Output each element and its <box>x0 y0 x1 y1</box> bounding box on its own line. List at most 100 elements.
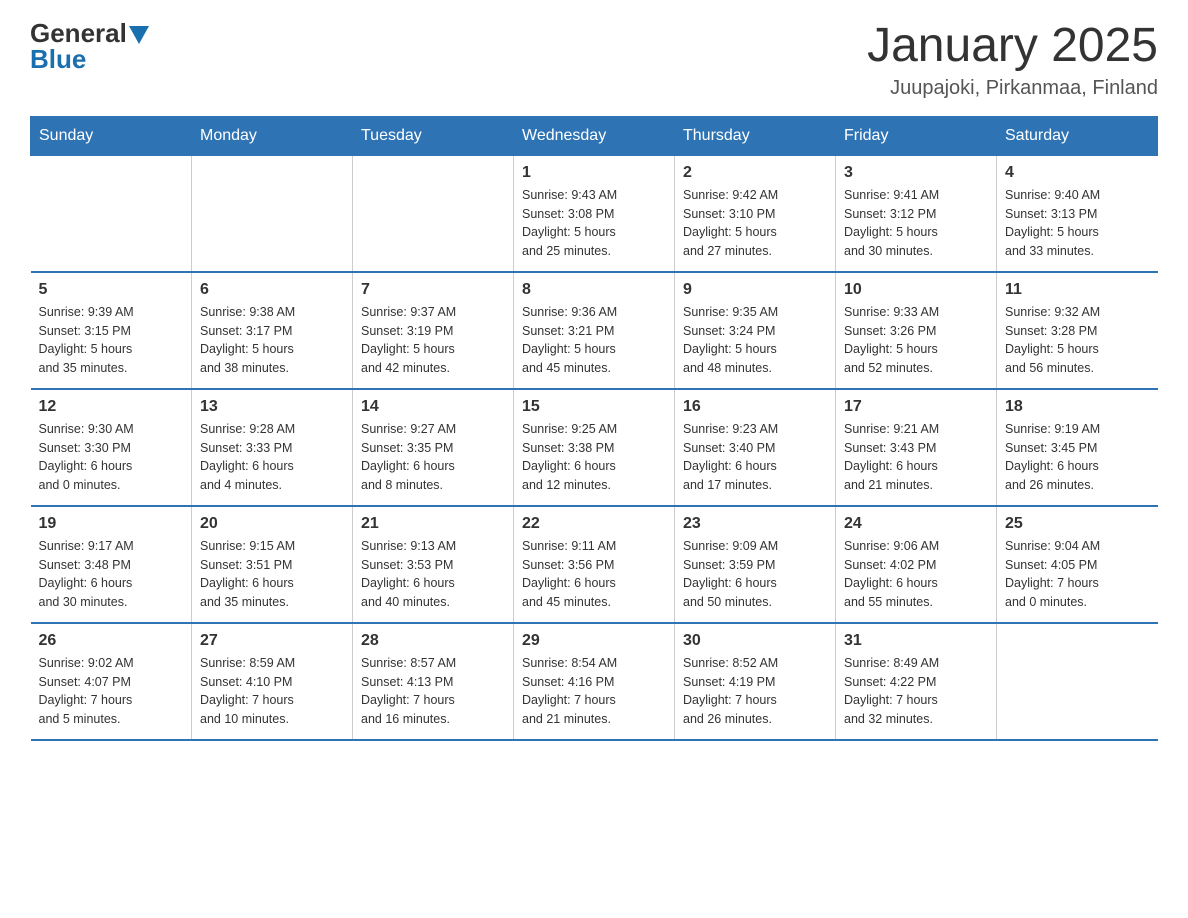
calendar-cell: 2 Sunrise: 9:42 AM Sunset: 3:10 PM Daylig… <box>675 155 836 272</box>
calendar-cell: 26 Sunrise: 9:02 AM Sunset: 4:07 PM Dayli… <box>31 623 192 740</box>
weekday-header-friday: Friday <box>836 116 997 155</box>
weekday-header-thursday: Thursday <box>675 116 836 155</box>
day-info: Sunrise: 9:04 AM Sunset: 4:05 PM Dayligh… <box>1005 537 1150 612</box>
day-number: 13 <box>200 398 344 416</box>
day-number: 28 <box>361 632 505 650</box>
day-info: Sunrise: 9:17 AM Sunset: 3:48 PM Dayligh… <box>39 537 184 612</box>
calendar-cell: 21 Sunrise: 9:13 AM Sunset: 3:53 PM Dayli… <box>353 506 514 623</box>
calendar-cell: 29 Sunrise: 8:54 AM Sunset: 4:16 PM Dayli… <box>514 623 675 740</box>
day-info: Sunrise: 9:42 AM Sunset: 3:10 PM Dayligh… <box>683 186 827 261</box>
calendar-cell: 17 Sunrise: 9:21 AM Sunset: 3:43 PM Dayli… <box>836 389 997 506</box>
day-info: Sunrise: 8:59 AM Sunset: 4:10 PM Dayligh… <box>200 654 344 729</box>
day-info: Sunrise: 9:02 AM Sunset: 4:07 PM Dayligh… <box>39 654 184 729</box>
day-number: 19 <box>39 515 184 533</box>
day-number: 21 <box>361 515 505 533</box>
calendar-cell: 23 Sunrise: 9:09 AM Sunset: 3:59 PM Dayli… <box>675 506 836 623</box>
day-info: Sunrise: 9:33 AM Sunset: 3:26 PM Dayligh… <box>844 303 988 378</box>
day-info: Sunrise: 9:21 AM Sunset: 3:43 PM Dayligh… <box>844 420 988 495</box>
calendar-cell: 18 Sunrise: 9:19 AM Sunset: 3:45 PM Dayli… <box>997 389 1158 506</box>
day-number: 25 <box>1005 515 1150 533</box>
logo-general-text: General <box>30 20 127 46</box>
calendar-cell: 4 Sunrise: 9:40 AM Sunset: 3:13 PM Daylig… <box>997 155 1158 272</box>
day-info: Sunrise: 8:49 AM Sunset: 4:22 PM Dayligh… <box>844 654 988 729</box>
day-info: Sunrise: 9:15 AM Sunset: 3:51 PM Dayligh… <box>200 537 344 612</box>
day-number: 20 <box>200 515 344 533</box>
day-number: 10 <box>844 281 988 299</box>
day-info: Sunrise: 9:11 AM Sunset: 3:56 PM Dayligh… <box>522 537 666 612</box>
day-number: 15 <box>522 398 666 416</box>
day-number: 6 <box>200 281 344 299</box>
calendar-cell: 15 Sunrise: 9:25 AM Sunset: 3:38 PM Dayli… <box>514 389 675 506</box>
day-info: Sunrise: 8:54 AM Sunset: 4:16 PM Dayligh… <box>522 654 666 729</box>
calendar-cell <box>353 155 514 272</box>
calendar-week-row: 19 Sunrise: 9:17 AM Sunset: 3:48 PM Dayli… <box>31 506 1158 623</box>
calendar-cell <box>192 155 353 272</box>
calendar-cell: 5 Sunrise: 9:39 AM Sunset: 3:15 PM Daylig… <box>31 272 192 389</box>
day-info: Sunrise: 9:28 AM Sunset: 3:33 PM Dayligh… <box>200 420 344 495</box>
calendar-cell: 10 Sunrise: 9:33 AM Sunset: 3:26 PM Dayli… <box>836 272 997 389</box>
calendar-week-row: 26 Sunrise: 9:02 AM Sunset: 4:07 PM Dayli… <box>31 623 1158 740</box>
logo-triangle-icon <box>129 26 149 44</box>
day-number: 8 <box>522 281 666 299</box>
day-number: 3 <box>844 164 988 182</box>
day-number: 18 <box>1005 398 1150 416</box>
page-header: General Blue January 2025 Juupajoki, Pir… <box>30 20 1158 100</box>
day-number: 31 <box>844 632 988 650</box>
day-number: 11 <box>1005 281 1150 299</box>
calendar-header-row: SundayMondayTuesdayWednesdayThursdayFrid… <box>31 116 1158 155</box>
day-number: 24 <box>844 515 988 533</box>
day-info: Sunrise: 9:40 AM Sunset: 3:13 PM Dayligh… <box>1005 186 1150 261</box>
day-number: 23 <box>683 515 827 533</box>
day-number: 17 <box>844 398 988 416</box>
calendar-cell: 20 Sunrise: 9:15 AM Sunset: 3:51 PM Dayli… <box>192 506 353 623</box>
day-number: 29 <box>522 632 666 650</box>
day-number: 5 <box>39 281 184 299</box>
day-info: Sunrise: 9:39 AM Sunset: 3:15 PM Dayligh… <box>39 303 184 378</box>
day-info: Sunrise: 9:41 AM Sunset: 3:12 PM Dayligh… <box>844 186 988 261</box>
calendar-week-row: 1Sunrise: 9:43 AM Sunset: 3:08 PM Daylig… <box>31 155 1158 272</box>
day-info: Sunrise: 9:35 AM Sunset: 3:24 PM Dayligh… <box>683 303 827 378</box>
weekday-header-tuesday: Tuesday <box>353 116 514 155</box>
calendar-cell: 30Sunrise: 8:52 AM Sunset: 4:19 PM Dayli… <box>675 623 836 740</box>
calendar-cell: 7 Sunrise: 9:37 AM Sunset: 3:19 PM Daylig… <box>353 272 514 389</box>
day-info: Sunrise: 9:38 AM Sunset: 3:17 PM Dayligh… <box>200 303 344 378</box>
day-number: 27 <box>200 632 344 650</box>
calendar-cell: 8Sunrise: 9:36 AM Sunset: 3:21 PM Daylig… <box>514 272 675 389</box>
day-number: 12 <box>39 398 184 416</box>
logo: General Blue <box>30 20 149 72</box>
calendar-cell: 27 Sunrise: 8:59 AM Sunset: 4:10 PM Dayli… <box>192 623 353 740</box>
day-number: 22 <box>522 515 666 533</box>
day-number: 26 <box>39 632 184 650</box>
day-info: Sunrise: 9:37 AM Sunset: 3:19 PM Dayligh… <box>361 303 505 378</box>
day-info: Sunrise: 9:32 AM Sunset: 3:28 PM Dayligh… <box>1005 303 1150 378</box>
day-info: Sunrise: 9:13 AM Sunset: 3:53 PM Dayligh… <box>361 537 505 612</box>
day-info: Sunrise: 9:25 AM Sunset: 3:38 PM Dayligh… <box>522 420 666 495</box>
calendar-cell: 31 Sunrise: 8:49 AM Sunset: 4:22 PM Dayli… <box>836 623 997 740</box>
logo-blue-text: Blue <box>30 46 149 72</box>
calendar-cell: 24Sunrise: 9:06 AM Sunset: 4:02 PM Dayli… <box>836 506 997 623</box>
day-number: 1 <box>522 164 666 182</box>
day-info: Sunrise: 9:27 AM Sunset: 3:35 PM Dayligh… <box>361 420 505 495</box>
weekday-header-saturday: Saturday <box>997 116 1158 155</box>
weekday-header-sunday: Sunday <box>31 116 192 155</box>
calendar-cell: 22 Sunrise: 9:11 AM Sunset: 3:56 PM Dayli… <box>514 506 675 623</box>
calendar-cell: 1Sunrise: 9:43 AM Sunset: 3:08 PM Daylig… <box>514 155 675 272</box>
day-info: Sunrise: 9:19 AM Sunset: 3:45 PM Dayligh… <box>1005 420 1150 495</box>
location-subtitle: Juupajoki, Pirkanmaa, Finland <box>867 77 1158 100</box>
calendar-cell: 9Sunrise: 9:35 AM Sunset: 3:24 PM Daylig… <box>675 272 836 389</box>
calendar-cell: 16Sunrise: 9:23 AM Sunset: 3:40 PM Dayli… <box>675 389 836 506</box>
calendar-cell: 12Sunrise: 9:30 AM Sunset: 3:30 PM Dayli… <box>31 389 192 506</box>
day-info: Sunrise: 9:09 AM Sunset: 3:59 PM Dayligh… <box>683 537 827 612</box>
day-number: 4 <box>1005 164 1150 182</box>
day-info: Sunrise: 8:57 AM Sunset: 4:13 PM Dayligh… <box>361 654 505 729</box>
calendar-table: SundayMondayTuesdayWednesdayThursdayFrid… <box>30 116 1158 741</box>
day-number: 2 <box>683 164 827 182</box>
day-number: 30 <box>683 632 827 650</box>
calendar-cell: 14Sunrise: 9:27 AM Sunset: 3:35 PM Dayli… <box>353 389 514 506</box>
calendar-cell: 13 Sunrise: 9:28 AM Sunset: 3:33 PM Dayli… <box>192 389 353 506</box>
calendar-cell: 25 Sunrise: 9:04 AM Sunset: 4:05 PM Dayli… <box>997 506 1158 623</box>
day-number: 16 <box>683 398 827 416</box>
calendar-cell <box>31 155 192 272</box>
day-number: 7 <box>361 281 505 299</box>
calendar-cell: 19 Sunrise: 9:17 AM Sunset: 3:48 PM Dayli… <box>31 506 192 623</box>
